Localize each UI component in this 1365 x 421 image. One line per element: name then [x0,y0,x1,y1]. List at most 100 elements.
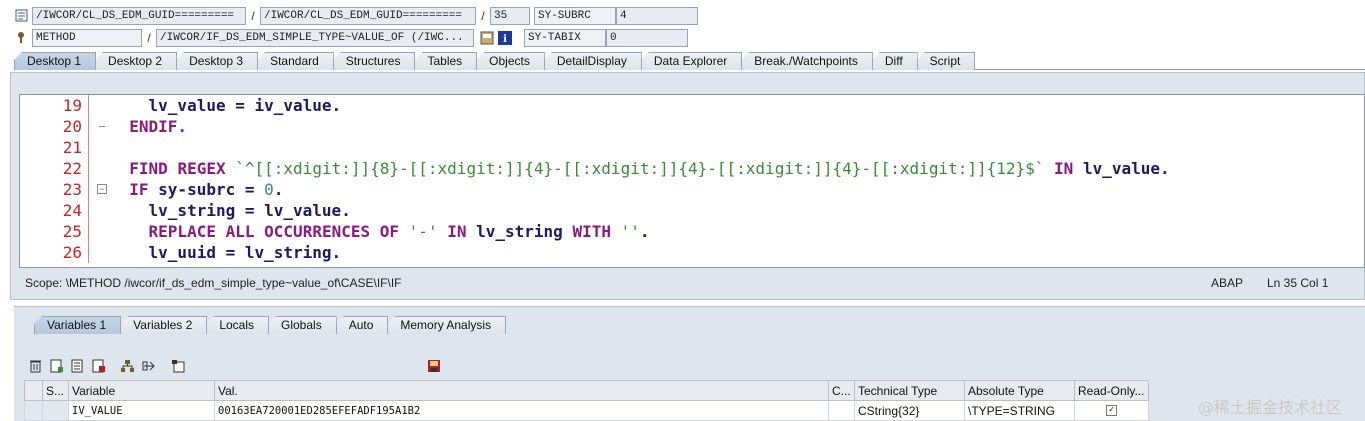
change-cell[interactable] [828,400,855,421]
gutter: − [88,179,110,200]
line-number: 20 [62,117,82,136]
row-selector[interactable] [24,400,43,421]
value-cell[interactable]: 00163EA720001ED285EFEFADF195A1B2 [214,400,829,421]
line-number: 21 [62,138,82,157]
delete-icon[interactable] [28,358,43,373]
tab-tables[interactable]: Tables [414,52,478,70]
column-header[interactable]: S... [42,380,69,401]
program-field[interactable]: /IWCOR/CL_DS_EDM_GUID========= [32,6,246,25]
line-number: 24 [62,201,82,220]
event-field[interactable]: /IWCOR/IF_DS_EDM_SIMPLE_TYPE~VALUE_OF (/… [156,28,474,47]
tab-memory-analysis[interactable]: Memory Analysis [387,316,507,334]
row-selector-header [24,380,43,401]
code-segment: . [639,222,650,241]
gutter [88,116,110,137]
code-line: 21 [20,137,1364,158]
tab-detaildisplay[interactable]: DetailDisplay [543,52,642,70]
line-number: 25 [62,222,82,241]
line-number: 26 [62,243,82,262]
event-type-field: METHOD [32,28,142,47]
read-only-cell: ✓ [1074,400,1149,421]
column-header[interactable]: Absolute Type [964,380,1075,401]
tab-desktop-1[interactable]: Desktop 1 [14,52,97,70]
export-icon[interactable] [91,358,106,373]
code-segment: FIND [129,159,168,178]
copy-icon[interactable] [170,358,185,373]
code-line: 24 lv_string = lv_value. [20,200,1364,221]
save-icon[interactable] [426,358,441,373]
code-segment: WITH [572,222,611,241]
tab-globals[interactable]: Globals [268,316,337,334]
list-icon[interactable] [70,358,85,373]
status-cell [42,400,69,421]
code-segment: REPLACE [148,222,216,241]
gutter [88,158,110,179]
code-segment: . [273,180,284,199]
code-line: 22 FIND REGEX `^[[:xdigit:]]{8}-[[:xdigi… [20,158,1364,179]
tab-variables-2[interactable]: Variables 2 [120,316,208,334]
code-segment: 0 [264,180,274,199]
sysfield-value[interactable]: 4 [616,6,698,25]
code-segment: OCCURRENCES [264,222,371,241]
display-object-icon[interactable] [480,31,494,45]
code-segment: sy-subrc = [148,180,265,199]
code-line: 20 ENDIF. [20,116,1364,137]
tab-script[interactable]: Script [916,52,976,70]
code-segment: lv_value. [1073,159,1170,178]
column-header[interactable]: C... [828,380,855,401]
tab-variables-1[interactable]: Variables 1 [34,316,122,334]
tab-desktop-2[interactable]: Desktop 2 [95,52,178,70]
fold-toggle-icon[interactable]: − [97,184,107,194]
gutter [88,95,110,116]
tab-standard[interactable]: Standard [257,52,334,70]
line-number: 19 [62,96,82,115]
separator: / [147,30,151,45]
tab-locals[interactable]: Locals [206,316,269,334]
tab-structures[interactable]: Structures [332,52,416,70]
detail-icon[interactable] [49,358,64,373]
header-row-program: /IWCOR/CL_DS_EDM_GUID========= / /IWCOR/… [0,6,698,25]
program-icon [14,9,28,23]
column-header[interactable]: Technical Type [854,380,965,401]
line-field[interactable]: 35 [490,6,530,25]
table-header-row: S... Variable Val. C... Technical Type A… [24,380,1149,401]
sysfield-label-2: SY-TABIX [524,28,606,47]
desktop-tabstrip: Desktop 1 Desktop 2 Desktop 3 Standard Struc… [14,52,1365,70]
sysfield-value-2[interactable]: 0 [606,28,688,47]
variables-toolbar [28,358,185,373]
code-line: 19 lv_value = iv_value. [20,95,1364,116]
info-icon[interactable]: i [498,30,512,45]
svg-text:i: i [503,34,507,45]
column-header[interactable]: Val. [214,380,829,401]
navigate-icon[interactable] [141,358,156,373]
scope-text: Scope: \METHOD /iwcor/if_ds_edm_simple_t… [25,276,402,290]
column-header[interactable]: Read-Only... [1074,380,1149,401]
code-segment: IF [129,180,149,199]
tab-data-explorer[interactable]: Data Explorer [640,52,743,70]
table-row[interactable]: IV_VALUE 00163EA720001ED285EFEFADF195A1B… [24,400,1149,421]
tab-objects[interactable]: Objects [476,52,545,70]
tab-diff[interactable]: Diff [871,52,918,70]
tab-break-watchpoints[interactable]: Break./Watchpoints [741,52,873,70]
sysfield-label: SY-SUBRC [534,6,616,25]
gutter [88,137,110,158]
column-header[interactable]: Variable [68,380,215,401]
tab-auto[interactable]: Auto [335,316,389,334]
code-segment: '-' [408,222,438,241]
separator: / [251,8,255,23]
tab-desktop-3[interactable]: Desktop 3 [176,52,259,70]
code-segment: REGEX [177,159,226,178]
code-editor[interactable]: 19 lv_value = iv_value. 20 ENDIF. 21 22 … [19,94,1365,268]
include-field[interactable]: /IWCOR/CL_DS_EDM_GUID========= [260,6,476,25]
variable-cell[interactable]: IV_VALUE [68,400,215,421]
hierarchy-icon[interactable] [120,358,135,373]
code-segment: IN [1054,159,1074,178]
